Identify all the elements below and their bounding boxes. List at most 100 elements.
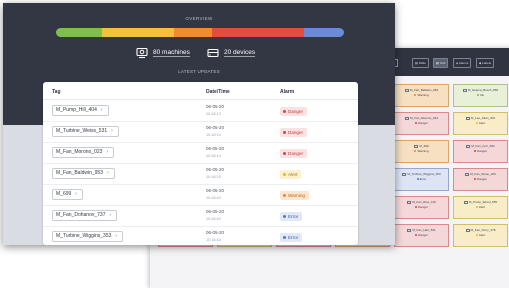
- tag-link-button[interactable]: M_Turbine_Weiss_531 ›: [52, 126, 119, 137]
- machine-card-status: Warning: [395, 93, 448, 97]
- machine-card-tag: M_Fan_Morono_023: [410, 116, 438, 120]
- machine-card[interactable]: M_Fan_Kerr_562 Danger: [453, 140, 508, 163]
- machine-card-status: Alert: [454, 121, 507, 125]
- machine-card-tag: M_Pump_Wood_655: [468, 200, 498, 204]
- chevron-right-icon: ›: [100, 107, 103, 113]
- status-dot-icon: [283, 172, 286, 176]
- tag-label: M_699: [56, 191, 72, 197]
- table-view-button[interactable]: ▤ Table: [412, 58, 429, 68]
- machine-icon: [465, 172, 470, 176]
- machine-icon: [404, 88, 409, 92]
- machine-icon: [405, 116, 410, 120]
- tag-link-button[interactable]: M_Fan_Dohanov_737 ›: [52, 210, 118, 221]
- time-text: 10:18:14: [206, 154, 221, 158]
- machine-card-status: Ok: [454, 93, 507, 97]
- machine-card-alarm: Danger: [477, 177, 487, 181]
- machine-icon: [463, 200, 468, 204]
- machine-icon: [414, 144, 419, 148]
- chevron-right-icon: ›: [75, 191, 77, 197]
- date-text: 06-05-20: [206, 209, 225, 214]
- table-row: M_Pump_Hill_404 › 06-05-20 10:18:13 Danger: [43, 100, 358, 122]
- grid-view-button[interactable]: ▦ Grid: [433, 58, 449, 68]
- machine-card[interactable]: M_699 Warning: [394, 140, 449, 163]
- status-dot-icon: [475, 234, 478, 237]
- machine-icon: [402, 172, 407, 176]
- machine-card[interactable]: M_Lee_Allen_301 Alert: [453, 112, 508, 135]
- machine-card-alarm: Alert: [478, 205, 486, 209]
- status-dot-icon: [474, 150, 477, 153]
- tag-link-button[interactable]: M_Fan_Morono_023 ›: [52, 147, 115, 158]
- date-text: 06-05-20: [206, 146, 225, 151]
- labels-button[interactable]: ◆ Labels: [476, 58, 494, 68]
- table-row: M_Fan_Baldwin_953 › 06-05-20 10:18:15 Alert: [43, 163, 358, 185]
- datetime-column-header: Date/Time: [206, 89, 230, 95]
- machine-card-alarm: Danger: [418, 121, 428, 125]
- machine-card[interactable]: M_Turbine_Wiggins_353 Error: [394, 168, 449, 191]
- table-row: M_Fan_Dohanov_737 › 06-05-20 10:18:43 Error: [43, 205, 358, 227]
- tag-label: M_Fan_Dohanov_737: [56, 212, 106, 218]
- table-row: M_Turbine_Wiggins_353 › 06-05-20 10:18:43 Er…: [43, 226, 358, 245]
- machine-card[interactable]: M_Helena_Bosch_882 Ok: [453, 84, 508, 107]
- machine-icon: [407, 228, 412, 232]
- device-icon: [207, 48, 219, 58]
- overview-app-window: OVERVIEW 80 machines 20 devices LATEST U…: [3, 3, 395, 245]
- machine-card-tag: M_Fan_Hart_591: [412, 228, 436, 232]
- date-text: 06-05-20: [206, 104, 225, 109]
- status-bar-segment: [102, 28, 175, 37]
- status-dot-icon: [283, 109, 286, 113]
- machine-card-status: Danger: [454, 177, 507, 181]
- status-dot-icon: [283, 151, 286, 155]
- tag-link-button[interactable]: M_Turbine_Wiggins_353 ›: [52, 231, 124, 242]
- alarms-label: Alarms: [458, 61, 469, 65]
- machine-card-tag: M_699: [419, 144, 429, 148]
- alarm-label: Danger: [288, 109, 304, 114]
- chevron-right-icon: ›: [109, 212, 112, 218]
- machine-card-alarm: Danger: [418, 205, 428, 209]
- tag-label: M_Fan_Baldwin_953: [56, 170, 103, 176]
- machine-card-status: Alert: [454, 205, 507, 209]
- time-text: 10:18:15: [206, 175, 221, 179]
- alarm-label: Danger: [288, 151, 304, 156]
- time-text: 10:18:43: [206, 217, 221, 221]
- machine-card-status: Error: [395, 177, 448, 181]
- machine-card[interactable]: M_Fan_Perry_378 Alert: [453, 224, 508, 247]
- machine-card-tag: M_Lee_Allen_301: [470, 116, 496, 120]
- machine-card-alarm: Error: [419, 177, 427, 181]
- machine-card[interactable]: M_Fan_Stone_226 Danger: [453, 168, 508, 191]
- machine-card[interactable]: M_Pump_Wood_655 Alert: [453, 196, 508, 219]
- status-dot-icon: [415, 234, 418, 237]
- machine-card[interactable]: M_Fan_Morono_023 Danger: [394, 112, 449, 135]
- grid-icon: ▦: [436, 61, 439, 65]
- alarm-status-badge: Error: [280, 212, 303, 221]
- machine-card[interactable]: M_Fan_Rice_119 Danger: [394, 196, 449, 219]
- tag-label: M_Pump_Hill_404: [56, 107, 97, 113]
- machine-card-status: Danger: [395, 233, 448, 237]
- devices-count-link[interactable]: 20 devices: [224, 47, 256, 59]
- machine-card-status: Warning: [395, 149, 448, 153]
- status-dot-icon: [416, 178, 419, 181]
- time-text: 10:18:43: [206, 238, 221, 242]
- machines-count-link[interactable]: 80 machines: [153, 47, 190, 59]
- chevron-right-icon: ›: [115, 233, 118, 239]
- machine-card[interactable]: M_Fan_Hart_591 Danger: [394, 224, 449, 247]
- machine-card[interactable]: M_Fan_Baldwin_953 Warning: [394, 84, 449, 107]
- table-row: M_Fan_Morono_023 › 06-05-20 10:18:14 Danger: [43, 142, 358, 164]
- alarm-column-header: Alarm: [280, 89, 295, 95]
- tag-link-button[interactable]: M_Pump_Hill_404 ›: [52, 105, 109, 116]
- machine-icon: [465, 116, 470, 120]
- alarms-button[interactable]: ◈ Alarms: [453, 58, 472, 68]
- table-header: Tag Date/Time Alarm: [43, 82, 358, 100]
- machine-card-tag: M_Fan_Stone_226: [470, 172, 496, 176]
- tag-icon: ◆: [479, 61, 482, 65]
- tag-link-button[interactable]: M_Fan_Baldwin_953 ›: [52, 168, 115, 179]
- status-dot-icon: [283, 235, 286, 239]
- alarm-status-badge: Warning: [280, 191, 309, 200]
- alarm-icon: ◈: [456, 61, 459, 65]
- machine-icon: [466, 144, 471, 148]
- alarm-label: Error: [288, 214, 299, 219]
- machine-card-alarm: Danger: [477, 149, 487, 153]
- tag-link-button[interactable]: M_699 ›: [52, 189, 83, 200]
- status-bar-segment: [303, 28, 344, 37]
- machine-icon: [136, 47, 148, 59]
- alarm-label: Alert: [288, 172, 298, 177]
